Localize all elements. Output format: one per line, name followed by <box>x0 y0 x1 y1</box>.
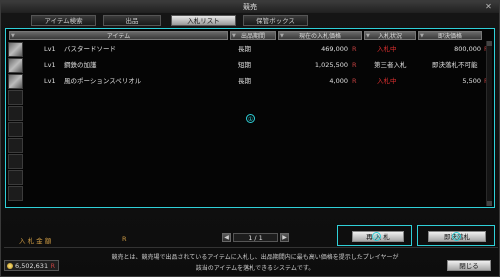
prev-page-icon[interactable]: ◀ <box>222 233 231 242</box>
item-status: 入札中 <box>377 45 397 53</box>
close-button[interactable]: 閉じる <box>447 260 491 271</box>
item-period: 長期 <box>238 77 251 85</box>
bid-amount-label: 入 札 金 額 <box>19 237 52 245</box>
tab-storage-box[interactable]: 保管ボックス <box>243 15 308 26</box>
item-status: 入札中 <box>377 77 397 85</box>
item-level: Lv1 <box>44 77 56 85</box>
column-header-period[interactable]: ▼ 出品期間 <box>230 31 276 40</box>
next-page-icon[interactable]: ▶ <box>280 233 289 242</box>
divider <box>4 247 498 248</box>
item-name: 風のポーションスペリオル <box>64 77 142 85</box>
rebid-highlight: 再 入 札 ② <box>337 225 412 246</box>
bid-list-panel: ▼ アイテム ▼ 出品期間 ▼ 現在の入札価格 ▼ 入札状況 ▼ 即決価格 Lv1 バスタ… <box>5 28 495 208</box>
buyout-highlight: 即決落札 ③ <box>417 225 495 246</box>
column-header-current-bid[interactable]: ▼ 現在の入札価格 <box>278 31 362 40</box>
item-slot-empty <box>8 122 23 137</box>
item-name: 鋼鉄の加護 <box>64 61 97 69</box>
item-status: 第三者入札 <box>374 61 407 69</box>
window-title: 競売 <box>243 3 257 11</box>
bid-amount-currency: R <box>122 235 127 243</box>
sort-icon: ▼ <box>11 33 15 39</box>
annotation-marker-1: ① <box>246 114 255 123</box>
item-current-bid: 1,025,500 <box>314 61 348 69</box>
page-indicator: 1 / 1 <box>233 233 278 242</box>
close-icon[interactable]: ✕ <box>484 2 493 11</box>
window-titlebar: 競売 ✕ <box>1 1 499 13</box>
scroll-down-icon[interactable] <box>487 201 492 206</box>
annotation-marker-3: ③ <box>452 232 461 241</box>
tab-listing[interactable]: 出品 <box>103 15 161 26</box>
item-slot-empty <box>8 106 23 121</box>
table-row[interactable]: Lv1 バスタードソード 長期 469,000 R 入札中 800,000 R <box>26 43 492 56</box>
currency-mark: R <box>352 61 357 69</box>
item-buyout: 800,000 <box>454 45 481 53</box>
item-current-bid: 4,000 <box>329 77 348 85</box>
item-icon-armor <box>8 58 23 73</box>
table-row[interactable]: Lv1 風のポーションスペリオル 長期 4,000 R 入札中 5,500 R <box>26 75 492 88</box>
sort-icon: ▼ <box>280 33 284 39</box>
column-header-buyout[interactable]: ▼ 即決価格 <box>418 31 482 40</box>
column-header-item[interactable]: ▼ アイテム <box>9 31 228 40</box>
tab-bid-list[interactable]: 入札リスト <box>171 15 236 26</box>
item-icon-sword <box>8 42 23 57</box>
item-current-bid: 469,000 <box>321 45 348 53</box>
info-text: 競売とは、競売場で出品されているアイテムに入札し、出品期間内に最も高い価格を提示… <box>85 252 425 274</box>
auction-window: 競売 ✕ アイテム検索 出品 入札リスト 保管ボックス ▼ アイテム ▼ 出品期間 … <box>0 0 500 277</box>
info-line-1: 競売とは、競売場で出品されているアイテムに入札し、出品期間内に最も高い価格を提示… <box>111 254 399 261</box>
annotation-marker-2: ② <box>372 232 381 241</box>
coin-icon <box>7 263 13 269</box>
item-name: バスタードソード <box>64 45 116 53</box>
item-level: Lv1 <box>44 45 56 53</box>
money-amount: 6,502,631 <box>15 262 49 270</box>
tab-item-search[interactable]: アイテム検索 <box>31 15 96 26</box>
item-slot-empty <box>8 90 23 105</box>
scroll-up-icon[interactable] <box>487 41 492 46</box>
sort-icon: ▼ <box>366 33 370 39</box>
item-buyout: 5,500 <box>462 77 481 85</box>
money-display: 6,502,631 R <box>4 260 59 271</box>
item-buyout: 即決落札不可能 <box>432 61 478 69</box>
item-level: Lv1 <box>44 61 56 69</box>
item-period: 長期 <box>238 45 251 53</box>
currency-mark: R <box>352 77 357 85</box>
sort-icon: ▼ <box>232 33 236 39</box>
currency-mark: R <box>352 45 357 53</box>
column-header-status[interactable]: ▼ 入札状況 <box>364 31 416 40</box>
sort-icon: ▼ <box>420 33 424 39</box>
money-currency: R <box>50 262 55 270</box>
item-slot-empty <box>8 186 23 201</box>
item-slot-empty <box>8 138 23 153</box>
table-row[interactable]: Lv1 鋼鉄の加護 短期 1,025,500 R 第三者入札 即決落札不可能 <box>26 59 492 72</box>
item-slot-empty <box>8 154 23 169</box>
scrollbar[interactable] <box>486 41 492 206</box>
item-icon-potion <box>8 74 23 89</box>
info-line-2: 該当のアイテムを落札できるシステムです。 <box>195 265 315 272</box>
item-period: 短期 <box>238 61 251 69</box>
item-slot-empty <box>8 170 23 185</box>
